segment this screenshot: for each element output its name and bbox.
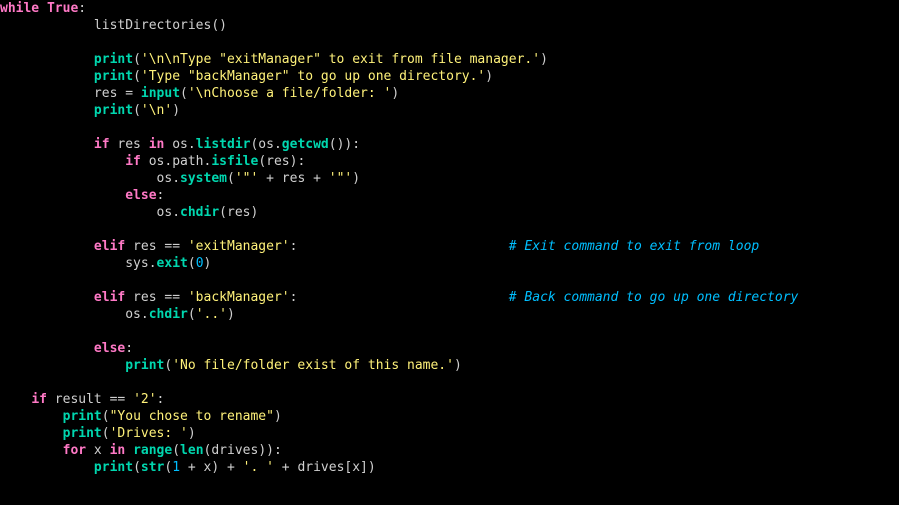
code-editor[interactable]: while True: listDirectories() print('\n\… (0, 0, 899, 476)
code-line: res = input('\nChoose a file/folder: ') (0, 86, 399, 101)
blank-line (0, 273, 8, 288)
code-line: print('No file/folder exist of this name… (0, 358, 462, 373)
keyword-in: in (110, 443, 126, 458)
code-line: print('Drives: ') (0, 426, 196, 441)
literal-true: True (47, 1, 78, 16)
func-print: print (94, 460, 133, 475)
code-line: if os.path.isfile(res): (0, 154, 305, 169)
blank-line (0, 324, 8, 339)
code-line: elif res == 'exitManager': # Exit comman… (0, 239, 759, 254)
code-line: sys.exit(0) (0, 256, 211, 271)
string-literal: '\n\nType "exitManager" to exit from fil… (141, 52, 540, 67)
code-line: print("You chose to rename") (0, 409, 282, 424)
blank-line (0, 375, 8, 390)
code-line: listDirectories() (0, 18, 227, 33)
code-line: os.system('"' + res + '"') (0, 171, 360, 186)
keyword-elif: elif (94, 290, 125, 305)
code-line: if result == '2': (0, 392, 164, 407)
code-line: print('\n') (0, 103, 180, 118)
comment: # Exit command to exit from loop (509, 239, 759, 254)
code-line: for x in range(len(drives)): (0, 443, 282, 458)
string-literal: '\nChoose a file/folder: ' (188, 86, 392, 101)
code-line: while True: (0, 1, 86, 16)
keyword-in: in (149, 137, 165, 152)
blank-line (0, 120, 8, 135)
func-print: print (125, 358, 164, 373)
keyword-if: if (94, 137, 110, 152)
code-line: if res in os.listdir(os.getcwd()): (0, 137, 360, 152)
code-line: else: (0, 188, 164, 203)
string-literal: '\n' (141, 103, 172, 118)
code-line: os.chdir(res) (0, 205, 258, 220)
keyword-else: else (125, 188, 156, 203)
code-line: elif res == 'backManager': # Back comman… (0, 290, 798, 305)
code-line: else: (0, 341, 133, 356)
func-print: print (94, 52, 133, 67)
keyword-else: else (94, 341, 125, 356)
code-line: print(str(1 + x) + '. ' + drives[x]) (0, 460, 376, 475)
code-line: print('Type "backManager" to go up one d… (0, 69, 493, 84)
keyword-if: if (31, 392, 47, 407)
func-print: print (94, 103, 133, 118)
code-line: print('\n\nType "exitManager" to exit fr… (0, 52, 548, 67)
blank-line (0, 35, 8, 50)
string-literal: 'Type "backManager" to go up one directo… (141, 69, 485, 84)
func-print: print (63, 409, 102, 424)
keyword-while: while (0, 1, 39, 16)
comment: # Back command to go up one directory (509, 290, 799, 305)
keyword-elif: elif (94, 239, 125, 254)
code-line: os.chdir('..') (0, 307, 235, 322)
keyword-if: if (125, 154, 141, 169)
blank-line (0, 222, 8, 237)
keyword-for: for (63, 443, 86, 458)
func-print: print (94, 69, 133, 84)
func-input: input (141, 86, 180, 101)
func-print: print (63, 426, 102, 441)
